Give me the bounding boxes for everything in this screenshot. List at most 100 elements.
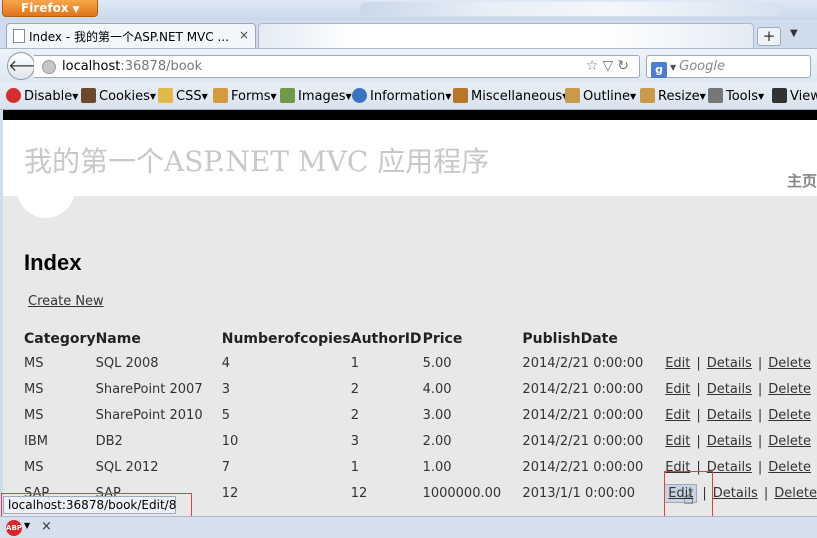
resize-pencil-icon [640, 88, 655, 103]
nav-home-link[interactable]: 主页 [787, 170, 817, 191]
forms-icon [213, 88, 228, 103]
window-titlebar: Firefox ▼ [0, 0, 817, 20]
toolbar-disable[interactable]: Disable▼ [6, 88, 78, 104]
table-row: MS SharePoint 2010 5 2 3.00 2014/2/21 0:00:00… [24, 402, 817, 428]
table-cell: 1000000.00 [422, 485, 502, 501]
google-icon[interactable]: g [651, 62, 667, 78]
toolbar-miscellaneous[interactable]: Miscellaneous▼ [453, 88, 568, 104]
adblock-plus-icon[interactable]: ABP [6, 520, 22, 536]
globe-icon [42, 60, 56, 74]
action-separator: | [696, 433, 701, 449]
table-row: MS SQL 2008 4 1 5.00 2014/2/21 0:00:00 Edit | De… [24, 350, 817, 376]
list-all-tabs-icon[interactable]: ▼ [790, 28, 798, 39]
site-header: 我的第一个ASP.NET MVC 应用程序 主页 [3, 120, 817, 196]
toolbar-images[interactable]: Images▼ [280, 88, 352, 104]
url-path: :36878/book [120, 59, 203, 74]
table-cell: 2014/2/21 0:00:00 [522, 433, 644, 449]
close-icon[interactable]: × [41, 519, 52, 534]
column-header: AuthorID [350, 331, 422, 347]
toolbar-outline-label: Outline [583, 89, 631, 104]
delete-link[interactable]: Delete [768, 356, 811, 371]
firefox-menu-label: Firefox [21, 1, 69, 15]
toolbar-view[interactable]: View [772, 88, 817, 104]
miscellaneous-icon [453, 88, 468, 103]
toolbar-information-label: Information [370, 89, 446, 104]
toolbar-outline[interactable]: Outline▼ [565, 88, 636, 104]
reload-icon[interactable]: ↻ [617, 58, 633, 74]
table-cell: 2 [350, 407, 360, 423]
table-cell: IBM [24, 433, 48, 449]
tab-bar: Index - 我的第一个ASP.NET MVC ... × + ▼ [0, 20, 817, 48]
toolbar-disable-label: Disable [24, 89, 73, 104]
action-separator: | [696, 407, 701, 423]
delete-link[interactable]: Delete [768, 460, 811, 475]
tab-obscured[interactable] [258, 23, 754, 48]
page-heading: Index [24, 250, 82, 275]
site-title: 我的第一个ASP.NET MVC 应用程序 [24, 145, 490, 178]
row-actions: Edit | Details | Delete [665, 350, 817, 376]
obscured-title-area [360, 2, 780, 16]
history-dropdown-icon[interactable]: ▽ [602, 58, 617, 74]
column-header: PublishDate [522, 331, 618, 347]
table-cell: 4 [221, 355, 231, 371]
page-viewport: 我的第一个ASP.NET MVC 应用程序 主页 Index Create Ne… [3, 120, 817, 516]
add-on-bar: ABP ▼ × [0, 516, 817, 538]
delete-link[interactable]: Delete [768, 434, 811, 449]
toolbar-forms[interactable]: Forms▼ [213, 88, 277, 104]
search-bar[interactable]: g ▼ Google [646, 55, 811, 78]
table-cell: 2014/2/21 0:00:00 [522, 407, 644, 423]
css-wand-icon [158, 88, 173, 103]
edit-link[interactable]: Edit [665, 408, 690, 423]
firefox-menu-button[interactable]: Firefox ▼ [2, 0, 98, 17]
toolbar-resize[interactable]: Resize▼ [640, 88, 706, 104]
table-cell: MS [24, 381, 44, 397]
details-link[interactable]: Details [707, 382, 752, 397]
chevron-down-icon[interactable]: ▼ [670, 63, 676, 72]
toolbar-cookies[interactable]: Cookies▼ [81, 88, 156, 104]
tab-index[interactable]: Index - 我的第一个ASP.NET MVC ... × [6, 23, 256, 48]
delete-link[interactable]: Delete [768, 408, 811, 423]
toolbar-tools[interactable]: Tools▼ [708, 88, 764, 104]
details-link[interactable]: Details [707, 434, 752, 449]
table-row: MS SharePoint 2007 3 2 4.00 2014/2/21 0:00:00… [24, 376, 817, 402]
action-separator: | [696, 355, 701, 371]
edit-link[interactable]: Edit [665, 434, 690, 449]
new-tab-button[interactable]: + [757, 27, 781, 46]
edit-link[interactable]: Edit [665, 356, 690, 371]
delete-link[interactable]: Delete [768, 382, 811, 397]
header-curve-decoration [17, 178, 75, 218]
create-new-link[interactable]: Create New [28, 294, 104, 309]
close-icon[interactable]: × [239, 28, 249, 42]
table-cell: DB2 [95, 433, 123, 449]
table-cell: MS [24, 407, 44, 423]
table-cell: SQL 2008 [95, 355, 159, 371]
url-bar[interactable]: localhost:36878/book ☆▽↻ [34, 55, 640, 78]
details-link[interactable]: Details [707, 408, 752, 423]
table-cell: MS [24, 459, 44, 475]
details-link[interactable]: Details [707, 460, 752, 475]
toolbar-css[interactable]: CSS▼ [158, 88, 208, 104]
search-input[interactable]: Google [679, 59, 725, 74]
action-separator: | [757, 355, 763, 371]
toolbar-forms-label: Forms [231, 89, 271, 104]
table-cell: 5 [221, 407, 231, 423]
tools-icon [708, 88, 723, 103]
table-cell: 2014/2/21 0:00:00 [522, 355, 644, 371]
edit-link[interactable]: Edit [665, 382, 690, 397]
navigation-toolbar: 🡐 localhost:36878/book ☆▽↻ g ▼ Google [0, 48, 817, 82]
details-link[interactable]: Details [713, 486, 758, 501]
table-cell: 3.00 [422, 407, 452, 423]
table-row: IBM DB2 10 3 2.00 2014/2/21 0:00:00 Edit | Detai… [24, 428, 817, 454]
action-separator: | [757, 407, 763, 423]
chevron-down-icon[interactable]: ▼ [24, 521, 30, 530]
url-bar-icons[interactable]: ☆▽↻ [586, 58, 633, 74]
web-developer-toolbar: Disable▼ Cookies▼ CSS▼ Forms▼ Images▼ In… [0, 82, 817, 110]
bookmark-star-icon[interactable]: ☆ [586, 58, 603, 74]
delete-link[interactable]: Delete [774, 486, 817, 501]
table-cell: 7 [221, 459, 231, 475]
mouse-pointer-icon: ☝ [683, 488, 694, 509]
toolbar-information[interactable]: Information▼ [352, 88, 451, 104]
details-link[interactable]: Details [707, 356, 752, 371]
action-separator: | [763, 485, 769, 501]
back-button[interactable]: 🡐 [7, 52, 51, 80]
